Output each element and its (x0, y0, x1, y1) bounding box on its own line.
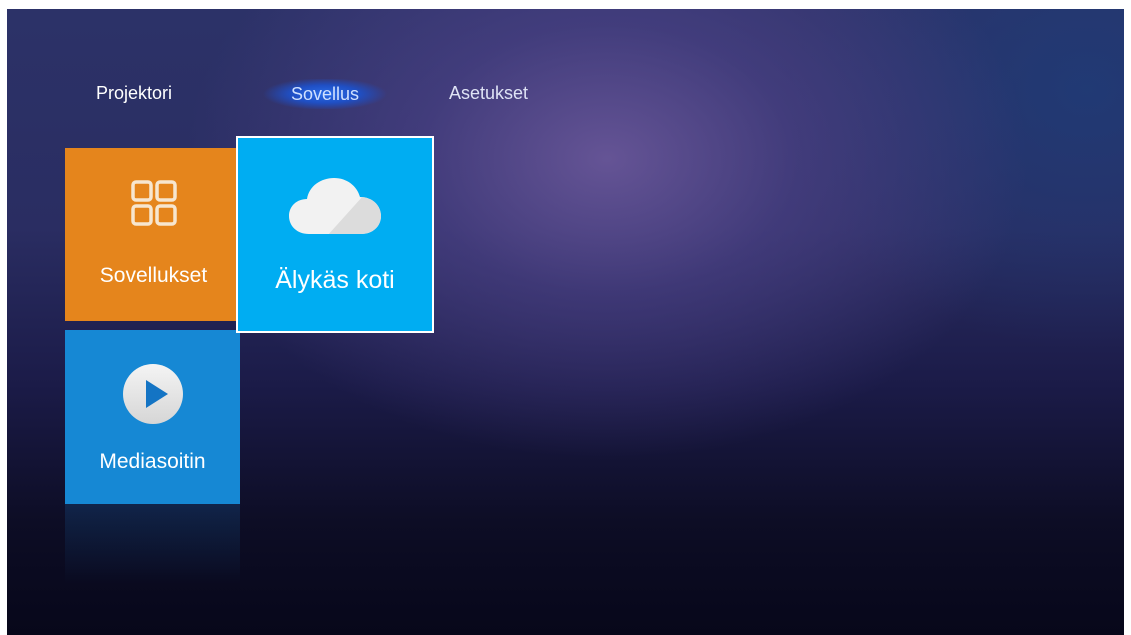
tile-label: Sovellukset (99, 264, 208, 287)
tile-alykas-koti[interactable]: Älykäs koti (236, 136, 434, 333)
tab-projektori[interactable]: Projektori (96, 83, 172, 104)
app-grid-icon (130, 180, 177, 226)
tile-mediasoitin[interactable]: Mediasoitin (65, 330, 240, 504)
tab-sovellus[interactable]: Sovellus (263, 79, 387, 109)
tab-asetukset[interactable]: Asetukset (449, 83, 528, 104)
cloud-icon (287, 176, 383, 236)
top-navigation: Projektori Sovellus Asetukset (7, 79, 1124, 109)
tile-label: Älykäs koti (275, 266, 395, 294)
play-icon (122, 363, 184, 425)
tile-reflection (65, 504, 240, 584)
tile-label: Mediasoitin (99, 450, 206, 473)
launcher-screen: Projektori Sovellus Asetukset Sovellukse… (7, 9, 1124, 635)
tile-sovellukset[interactable]: Sovellukset (65, 148, 242, 321)
